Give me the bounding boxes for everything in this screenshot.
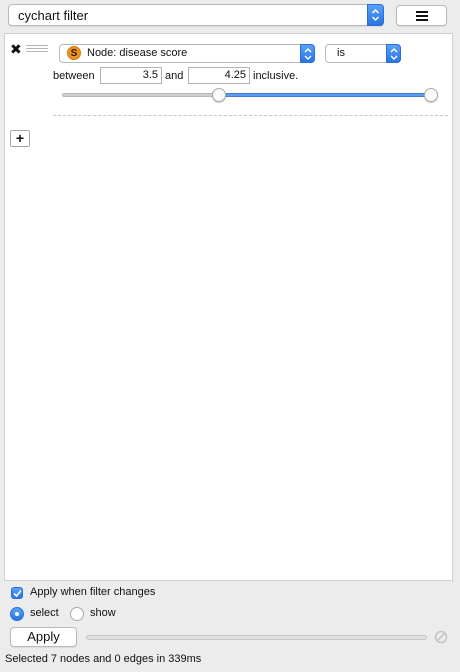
show-radio-label: show — [90, 607, 116, 619]
apply-button[interactable]: Apply — [10, 627, 77, 647]
min-value-input[interactable]: 3.5 — [100, 67, 162, 84]
filter-name-select[interactable]: cychart filter — [8, 4, 384, 26]
hamburger-icon — [416, 11, 428, 21]
options-menu-button[interactable] — [396, 5, 447, 26]
checkmark-icon — [13, 589, 22, 598]
range-slider-high-thumb[interactable] — [424, 88, 438, 102]
between-label: between — [53, 70, 95, 82]
filter-name-label: cychart filter — [18, 8, 89, 23]
inclusive-label: inclusive. — [253, 70, 299, 82]
filter-divider — [53, 115, 448, 116]
range-slider-fill — [219, 93, 431, 97]
chevron-updown-icon[interactable] — [300, 44, 315, 63]
chevron-updown-icon[interactable] — [386, 44, 401, 63]
cancel-icon[interactable] — [434, 630, 448, 647]
apply-when-changes-label: Apply when filter changes — [30, 586, 156, 598]
progress-bar — [86, 635, 427, 640]
drag-handle-icon[interactable] — [26, 45, 48, 54]
close-icon[interactable]: ✖ — [10, 42, 22, 56]
column-select-label: Node: disease score — [87, 47, 188, 59]
select-radio[interactable] — [10, 607, 24, 621]
apply-when-changes-checkbox[interactable] — [11, 587, 23, 599]
show-radio[interactable] — [70, 607, 84, 621]
select-radio-label: select — [30, 607, 59, 619]
and-label: and — [165, 70, 184, 82]
chevron-updown-icon[interactable] — [367, 4, 384, 26]
predicate-label: is — [337, 47, 345, 59]
column-select[interactable]: S Node: disease score — [59, 44, 315, 63]
string-type-badge: S — [67, 46, 81, 60]
add-filter-button[interactable]: + — [10, 130, 30, 147]
status-text: Selected 7 nodes and 0 edges in 339ms — [5, 653, 202, 665]
max-value-input[interactable]: 4.25 — [188, 67, 250, 84]
predicate-select[interactable]: is — [325, 44, 401, 63]
